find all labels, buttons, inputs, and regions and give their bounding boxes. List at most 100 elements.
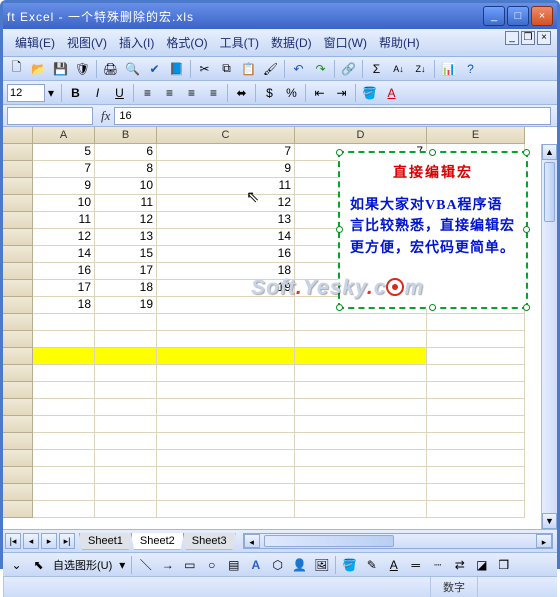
cell[interactable] [33, 416, 95, 433]
row-header[interactable] [3, 450, 33, 467]
preview-icon[interactable]: 🔍 [123, 59, 142, 78]
line-icon[interactable]: ＼ [136, 555, 155, 574]
dropdown-icon[interactable]: ▾ [45, 83, 57, 102]
format-painter-icon[interactable]: 🖌 [261, 59, 280, 78]
row-header[interactable] [3, 416, 33, 433]
cell[interactable] [427, 467, 525, 484]
tab-nav-last-icon[interactable]: ▸| [59, 533, 75, 549]
menu-data[interactable]: 数据(D) [265, 31, 318, 54]
row-header[interactable] [3, 246, 33, 263]
cell[interactable]: 12 [157, 195, 295, 212]
cell[interactable] [33, 399, 95, 416]
close-button[interactable]: × [531, 6, 553, 26]
print-icon[interactable]: 🖨 [101, 59, 120, 78]
chart-icon[interactable]: 📊 [439, 59, 458, 78]
cell[interactable]: 9 [33, 178, 95, 195]
row-header[interactable] [3, 484, 33, 501]
row-header[interactable] [3, 195, 33, 212]
align-justify-icon[interactable]: ≡ [204, 83, 223, 102]
sheet-tab-3[interactable]: Sheet3 [183, 533, 236, 550]
research-icon[interactable]: 📘 [167, 59, 186, 78]
sheet-tab-1[interactable]: Sheet1 [79, 533, 132, 550]
picture-icon[interactable]: 🖼 [312, 555, 331, 574]
underline-icon[interactable]: U [110, 83, 129, 102]
cell[interactable]: 10 [95, 178, 157, 195]
cell[interactable]: 11 [95, 195, 157, 212]
align-left-icon[interactable]: ≡ [138, 83, 157, 102]
cell[interactable] [295, 450, 427, 467]
dropdown-icon[interactable]: ▾ [117, 555, 127, 574]
row-header[interactable] [3, 348, 33, 365]
sort-asc-icon[interactable]: A↓ [389, 59, 408, 78]
row-header[interactable] [3, 382, 33, 399]
cell[interactable] [33, 501, 95, 518]
row-header[interactable] [3, 229, 33, 246]
italic-icon[interactable]: I [88, 83, 107, 102]
cell[interactable]: 5 [33, 144, 95, 161]
clipart-icon[interactable]: 👤 [290, 555, 309, 574]
row-header[interactable] [3, 399, 33, 416]
font-color-icon[interactable]: A [382, 83, 401, 102]
cell[interactable] [33, 331, 95, 348]
cell[interactable] [295, 416, 427, 433]
cell[interactable] [157, 382, 295, 399]
new-icon[interactable]: 🗋 [7, 59, 26, 78]
row-header[interactable] [3, 331, 33, 348]
fill-color-icon[interactable]: 🪣 [360, 83, 379, 102]
line-style-icon[interactable]: ═ [406, 555, 425, 574]
fill-color-icon[interactable]: 🪣 [340, 555, 359, 574]
cell[interactable]: 18 [95, 280, 157, 297]
cell[interactable] [295, 484, 427, 501]
cell[interactable] [427, 484, 525, 501]
cell[interactable]: 10 [33, 195, 95, 212]
cell[interactable]: 7 [33, 161, 95, 178]
oval-icon[interactable]: ○ [202, 555, 221, 574]
scroll-down-icon[interactable]: ▼ [542, 513, 557, 529]
cell[interactable] [427, 399, 525, 416]
cell[interactable] [95, 331, 157, 348]
cell[interactable] [157, 314, 295, 331]
tab-nav-prev-icon[interactable]: ◂ [23, 533, 39, 549]
cell[interactable] [95, 348, 157, 365]
cell[interactable] [157, 416, 295, 433]
cell[interactable]: 8 [95, 161, 157, 178]
column-header-C[interactable]: C [157, 127, 295, 144]
row-header[interactable] [3, 178, 33, 195]
row-header[interactable] [3, 501, 33, 518]
cell[interactable] [295, 467, 427, 484]
cell[interactable]: 7 [157, 144, 295, 161]
cell[interactable]: 16 [157, 246, 295, 263]
formula-bar[interactable]: 16 [114, 107, 551, 125]
cell[interactable] [95, 416, 157, 433]
sort-desc-icon[interactable]: Z↓ [411, 59, 430, 78]
tab-nav-first-icon[interactable]: |◂ [5, 533, 21, 549]
cell[interactable] [95, 467, 157, 484]
font-color-icon[interactable]: A [384, 555, 403, 574]
row-header[interactable] [3, 161, 33, 178]
cell[interactable] [295, 365, 427, 382]
cell[interactable]: 13 [157, 212, 295, 229]
mdi-close-button[interactable]: × [537, 31, 551, 45]
cell[interactable] [157, 348, 295, 365]
cut-icon[interactable]: ✂ [195, 59, 214, 78]
shadow-icon[interactable]: ◪ [472, 555, 491, 574]
scroll-right-icon[interactable]: ▸ [536, 534, 552, 548]
cell[interactable] [95, 382, 157, 399]
column-header-A[interactable]: A [33, 127, 95, 144]
scroll-thumb[interactable] [264, 535, 394, 547]
cell[interactable]: 14 [157, 229, 295, 246]
cell[interactable] [95, 365, 157, 382]
menu-help[interactable]: 帮助(H) [373, 31, 426, 54]
line-color-icon[interactable]: ✎ [362, 555, 381, 574]
cell[interactable] [95, 399, 157, 416]
bold-icon[interactable]: B [66, 83, 85, 102]
autosum-icon[interactable]: Σ [367, 59, 386, 78]
row-header[interactable] [3, 212, 33, 229]
autoshapes-button[interactable]: 自选图形(U) [51, 557, 114, 573]
cell[interactable]: 6 [95, 144, 157, 161]
cell[interactable] [157, 501, 295, 518]
menu-window[interactable]: 窗口(W) [318, 31, 373, 54]
cell[interactable] [33, 433, 95, 450]
cell[interactable]: 17 [33, 280, 95, 297]
row-header[interactable] [3, 314, 33, 331]
